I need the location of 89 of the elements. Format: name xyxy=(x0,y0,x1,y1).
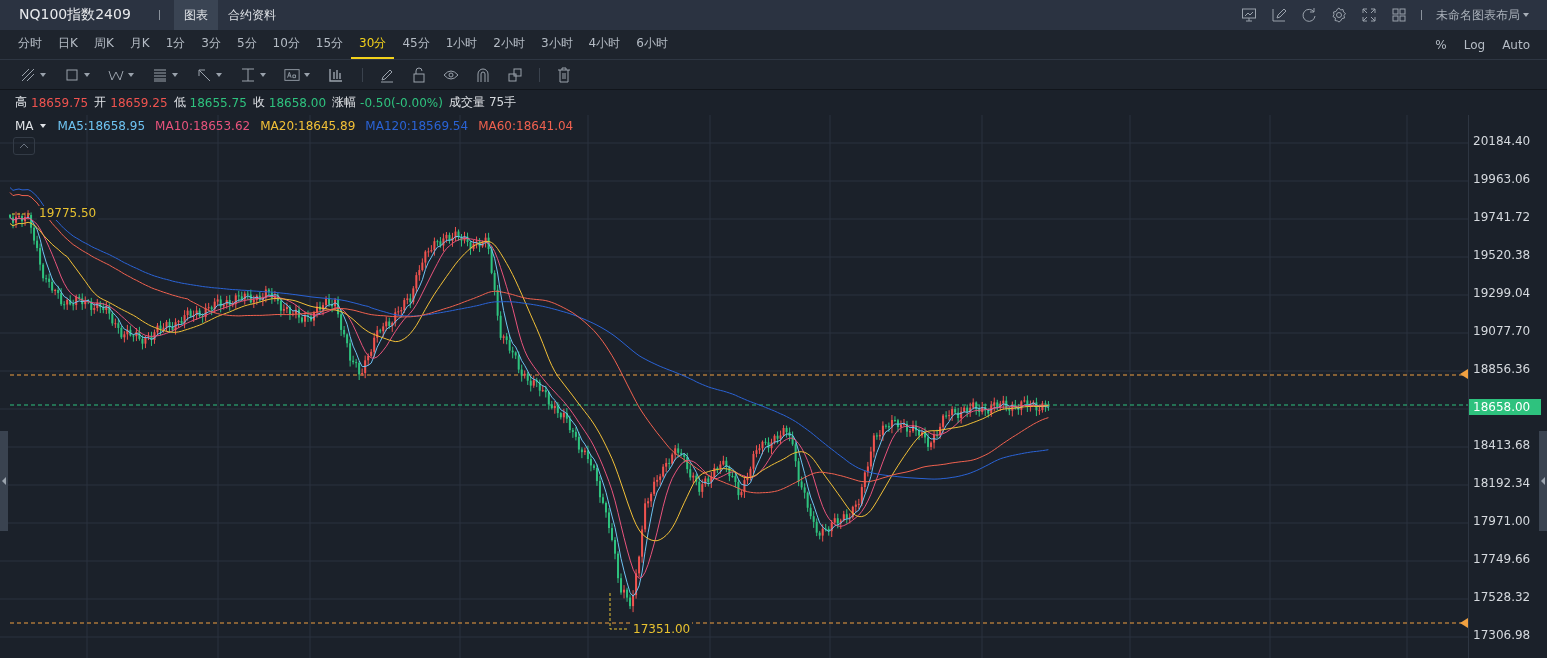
quote-value: 18659.25 xyxy=(110,95,168,110)
price-tick-label: 19299.04 xyxy=(1473,286,1531,300)
price-marker-icon xyxy=(1460,369,1468,379)
price-marker-icon xyxy=(1460,618,1468,628)
right-panel-handle[interactable] xyxy=(1539,431,1547,531)
price-tick-label: 17749.66 xyxy=(1473,552,1531,566)
period-tab[interactable]: 1小时 xyxy=(437,30,486,59)
period-tab[interactable]: 10分 xyxy=(264,30,308,59)
chart-icon[interactable] xyxy=(1241,7,1257,23)
quote-label: 收 xyxy=(252,94,265,111)
measure-tool-icon[interactable] xyxy=(240,66,256,83)
last-price-tag: 18658.00 xyxy=(1469,399,1541,415)
layout-menu[interactable]: 未命名图表布局 xyxy=(1436,6,1529,24)
price-tick-label: 17971.00 xyxy=(1473,514,1531,528)
quote-label: 低 xyxy=(173,94,186,111)
chevron-up-icon xyxy=(19,143,29,149)
tab[interactable]: 图表 xyxy=(173,0,218,30)
quote-value: -0.50(-0.00%) xyxy=(360,95,443,110)
quote-value: 75手 xyxy=(488,94,517,111)
period-tab[interactable]: 周K xyxy=(85,30,122,59)
rectangle-tool-icon[interactable] xyxy=(64,66,80,83)
indicator-selector[interactable]: MA xyxy=(15,119,46,133)
period-tab[interactable]: 日K xyxy=(50,30,86,59)
trash-icon[interactable] xyxy=(556,66,572,83)
text-tool-icon[interactable] xyxy=(284,66,300,83)
grid-layout-icon[interactable] xyxy=(1391,7,1407,23)
period-tab[interactable]: 2小时 xyxy=(485,30,533,59)
period-tab[interactable]: 6小时 xyxy=(628,30,676,59)
arrow-tool-icon[interactable] xyxy=(196,66,212,83)
ma-value: MA10:18653.62 xyxy=(155,119,251,133)
price-tick-label: 20184.40 xyxy=(1473,134,1531,148)
caret-icon xyxy=(128,72,134,77)
quote-label: 开 xyxy=(94,94,107,111)
scale-option[interactable]: % xyxy=(1435,37,1447,52)
leader-line xyxy=(11,213,33,215)
period-tab[interactable]: 月K xyxy=(121,30,158,59)
low-price-label: 17351.00 xyxy=(631,622,693,636)
caret-icon xyxy=(260,72,266,77)
period-tab[interactable]: 4小时 xyxy=(580,30,629,59)
period-tab[interactable]: 3分 xyxy=(193,30,229,59)
period-tab[interactable]: 分时 xyxy=(10,30,50,59)
quote-value: 18659.75 xyxy=(31,95,89,110)
fullscreen-icon[interactable] xyxy=(1361,7,1377,23)
ma-value: MA5:18658.95 xyxy=(57,119,146,133)
period-tab[interactable]: 5分 xyxy=(228,30,265,59)
scale-option[interactable]: Log xyxy=(1463,37,1486,52)
high-price-label: 19775.50 xyxy=(37,206,99,220)
caret-icon xyxy=(39,124,46,128)
settings-icon[interactable] xyxy=(1331,7,1347,23)
price-tick-label: 19963.06 xyxy=(1473,172,1531,186)
price-tick-label: 18192.34 xyxy=(1473,476,1531,490)
pencil-icon[interactable] xyxy=(1271,7,1287,23)
scale-option[interactable]: Auto xyxy=(1502,37,1530,52)
ma-value: MA20:18645.89 xyxy=(260,119,356,133)
leader-line xyxy=(609,592,629,630)
price-tick-label: 19077.70 xyxy=(1473,324,1531,338)
caret-icon xyxy=(172,72,178,77)
magnet-icon[interactable] xyxy=(475,66,491,83)
copy-icon[interactable] xyxy=(507,66,523,83)
caret-icon xyxy=(1523,13,1529,17)
unlock-icon[interactable] xyxy=(411,66,427,83)
ma-value: MA120:18569.54 xyxy=(365,119,469,133)
quote-value: 18658.00 xyxy=(268,95,327,110)
instrument-title: NQ100指数2409 xyxy=(18,6,132,24)
period-tab[interactable]: 15分 xyxy=(307,30,352,59)
quote-label: 涨幅 xyxy=(332,94,357,111)
price-tick-label: 19520.38 xyxy=(1473,248,1531,262)
fibonacci-tool-icon[interactable] xyxy=(152,66,168,83)
caret-icon xyxy=(304,72,310,77)
price-tick-label: 18856.36 xyxy=(1473,362,1531,376)
refresh-icon[interactable] xyxy=(1301,7,1317,23)
period-tab[interactable]: 1分 xyxy=(157,30,194,59)
tab[interactable]: 合约资料 xyxy=(217,0,286,30)
price-tick-label: 18413.68 xyxy=(1473,438,1531,452)
price-tick-label: 17306.98 xyxy=(1473,628,1531,642)
left-panel-handle[interactable] xyxy=(0,431,8,531)
caret-icon xyxy=(216,72,222,77)
trend-line-tool-icon[interactable] xyxy=(20,66,36,83)
period-tab[interactable]: 45分 xyxy=(394,30,438,59)
quote-value: 18655.75 xyxy=(189,95,247,110)
caret-icon xyxy=(84,72,90,77)
caret-icon xyxy=(40,72,46,77)
bar-chart-tool-icon[interactable] xyxy=(328,66,344,83)
price-tick-label: 19741.72 xyxy=(1473,210,1531,224)
quote-label: 成交量 xyxy=(448,94,485,111)
quote-label: 高 xyxy=(15,94,27,111)
ma-value: MA60:18641.04 xyxy=(478,119,574,133)
price-tick-label: 17528.32 xyxy=(1473,590,1531,604)
period-tab[interactable]: 3小时 xyxy=(532,30,581,59)
